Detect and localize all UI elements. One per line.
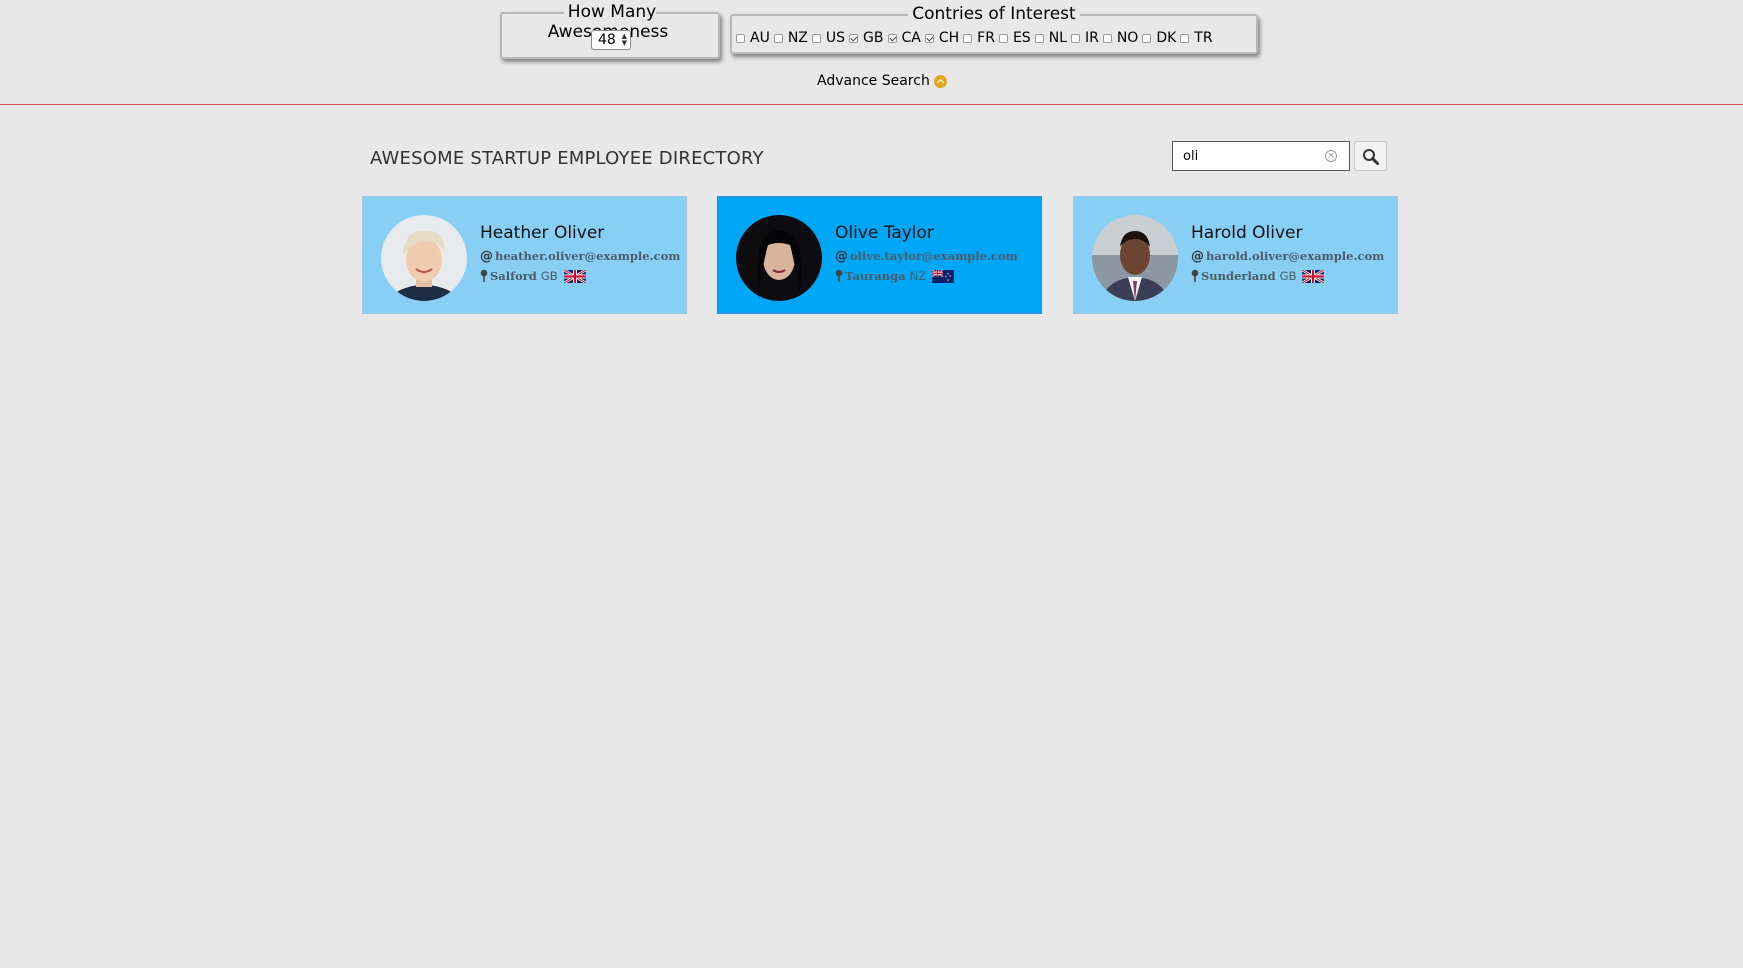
- map-pin-icon: [835, 269, 843, 282]
- employee-card[interactable]: Harold Oliver @ harold.oliver@example.com…: [1073, 196, 1398, 314]
- map-pin-icon: [1191, 269, 1199, 282]
- country-checkbox[interactable]: [1102, 33, 1112, 43]
- country-checkbox[interactable]: [963, 33, 973, 43]
- employee-city: Tauranga: [845, 269, 906, 283]
- employee-email: @ heather.oliver@example.com: [480, 249, 680, 264]
- country-label: FR: [977, 30, 995, 46]
- country-label: IR: [1084, 30, 1099, 46]
- employee-city: Salford: [490, 269, 537, 283]
- employee-name: Harold Oliver: [1191, 223, 1303, 243]
- employee-country-code: NZ: [909, 269, 927, 283]
- country-option[interactable]: CH: [924, 30, 960, 46]
- country-option[interactable]: US: [811, 30, 846, 46]
- country-option[interactable]: FR: [963, 30, 995, 46]
- country-option[interactable]: NZ: [773, 30, 808, 46]
- country-checkbox[interactable]: [924, 33, 934, 43]
- country-option[interactable]: NO: [1102, 30, 1139, 46]
- country-option[interactable]: DK: [1142, 30, 1176, 46]
- country-label: CH: [938, 30, 960, 46]
- country-option[interactable]: TR: [1180, 30, 1213, 46]
- countries-panel: Contries of Interest AU NZ US GB CA CH F…: [730, 4, 1258, 54]
- search-button[interactable]: [1354, 141, 1387, 171]
- avatar: [381, 215, 467, 301]
- country-checkbox[interactable]: [773, 33, 783, 43]
- employee-email-text: olive.taylor@example.com: [850, 249, 1018, 263]
- country-checkbox[interactable]: [736, 33, 745, 43]
- at-sign-icon: @: [835, 249, 848, 264]
- employee-card[interactable]: Heather Oliver @ heather.oliver@example.c…: [362, 196, 687, 314]
- country-checkbox[interactable]: [849, 33, 859, 43]
- country-label: NL: [1048, 30, 1067, 46]
- awesomeness-value: 48: [598, 32, 616, 48]
- awesomeness-stepper[interactable]: 48 ▲ ▼: [591, 30, 631, 50]
- country-label: GB: [863, 30, 884, 46]
- employee-name: Olive Taylor: [835, 223, 934, 243]
- employee-card-selected[interactable]: Olive Taylor @ olive.taylor@example.com T…: [717, 196, 1042, 314]
- at-sign-icon: @: [1191, 249, 1204, 264]
- country-option[interactable]: ES: [998, 30, 1031, 46]
- map-pin-icon: [480, 269, 488, 282]
- country-checkbox[interactable]: [1034, 33, 1044, 43]
- employee-city: Sunderland: [1201, 269, 1276, 283]
- search-box[interactable]: ×: [1172, 141, 1350, 171]
- country-option[interactable]: NL: [1034, 30, 1067, 46]
- avatar: [736, 215, 822, 301]
- country-label: ES: [1012, 30, 1031, 46]
- employee-location: Sunderland GB: [1191, 269, 1325, 283]
- chevron-up-icon[interactable]: [933, 74, 947, 88]
- employee-location: Tauranga NZ: [835, 269, 954, 283]
- at-sign-icon: @: [480, 249, 493, 264]
- country-option[interactable]: CA: [887, 30, 921, 46]
- country-checkbox-list: AU NZ US GB CA CH FR ES NL IR NO DK TR: [736, 30, 1217, 46]
- country-label: NZ: [787, 30, 808, 46]
- employee-name: Heather Oliver: [480, 223, 605, 243]
- search-icon: [1363, 149, 1379, 165]
- awesomeness-panel: How Many Awesomeness 48 ▲▼: [500, 2, 720, 59]
- app-root: How Many Awesomeness 48 ▲▼ Contries of I…: [0, 0, 1743, 968]
- search-input[interactable]: [1183, 147, 1323, 165]
- clear-search-icon[interactable]: ×: [1325, 150, 1337, 162]
- country-label: US: [825, 30, 846, 46]
- flag-nz-icon: [932, 269, 954, 283]
- employee-email: @ olive.taylor@example.com: [835, 249, 1018, 264]
- country-label: CA: [901, 30, 921, 46]
- employee-email-text: heather.oliver@example.com: [495, 249, 681, 263]
- countries-legend: Contries of Interest: [732, 4, 1256, 24]
- country-checkbox[interactable]: [1180, 33, 1190, 43]
- country-checkbox[interactable]: [1142, 33, 1152, 43]
- avatar: [1092, 215, 1178, 301]
- country-checkbox[interactable]: [998, 33, 1008, 43]
- advance-search-toggle[interactable]: Advance Search: [817, 73, 947, 89]
- employee-email-text: harold.oliver@example.com: [1206, 249, 1385, 263]
- advance-search-label: Advance Search: [817, 73, 930, 89]
- employee-country-code: GB: [540, 269, 558, 283]
- stepper-arrows-icon[interactable]: ▲ ▼: [622, 33, 627, 47]
- employee-country-code: GB: [1279, 269, 1297, 283]
- page-title: AWESOME STARTUP EMPLOYEE DIRECTORY: [370, 148, 764, 169]
- country-option[interactable]: IR: [1070, 30, 1099, 46]
- country-label: TR: [1194, 30, 1213, 46]
- employee-email: @ harold.oliver@example.com: [1191, 249, 1384, 264]
- country-option[interactable]: GB: [849, 30, 884, 46]
- country-label: NO: [1116, 30, 1139, 46]
- country-label: DK: [1156, 30, 1177, 46]
- employee-location: Salford GB: [480, 269, 586, 283]
- flag-gb-icon: [563, 269, 586, 283]
- country-checkbox[interactable]: [811, 33, 821, 43]
- country-label: AU: [750, 30, 770, 46]
- country-checkbox[interactable]: [1070, 33, 1080, 43]
- country-checkbox[interactable]: [887, 33, 897, 43]
- header-divider: [0, 104, 1743, 105]
- flag-gb-icon: [1302, 269, 1325, 283]
- country-option[interactable]: AU: [736, 30, 770, 46]
